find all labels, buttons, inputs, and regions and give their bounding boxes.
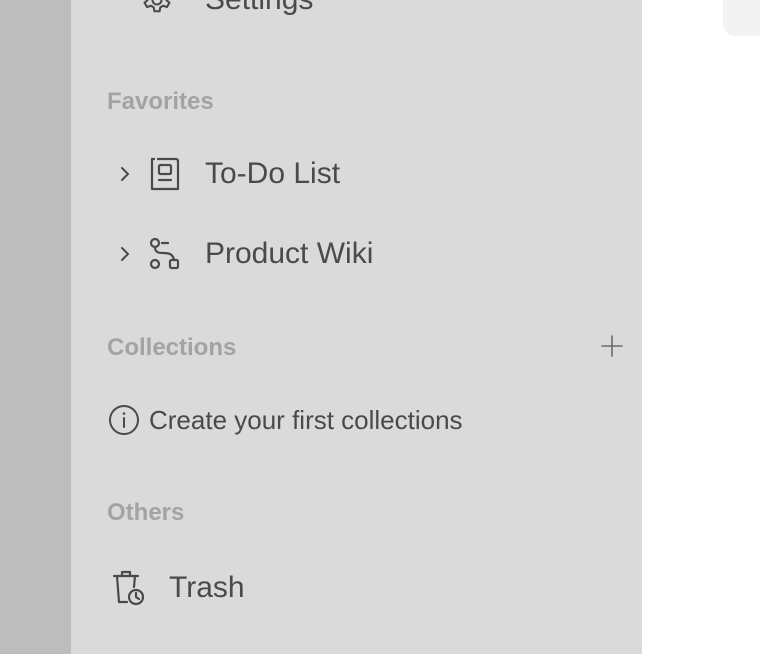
gear-icon [137, 0, 177, 18]
app-window: Settings Favorites To-Do List [0, 0, 760, 654]
sidebar-item-settings[interactable]: Settings [137, 0, 313, 22]
sidebar-item-label: Trash [169, 571, 245, 604]
page-icon [145, 155, 185, 193]
sidebar-item-label: To-Do List [205, 157, 341, 190]
main-content [642, 0, 760, 654]
others-section-title: Others [107, 499, 185, 526]
chevron-right-icon[interactable] [115, 243, 135, 265]
trash-icon [109, 568, 149, 608]
plus-icon[interactable] [597, 331, 627, 361]
header-button[interactable] [723, 0, 760, 36]
sidebar-item-todo-list[interactable]: To-Do List [115, 152, 340, 196]
collections-empty-hint: Create your first collections [107, 400, 463, 440]
sidebar-item-trash[interactable]: Trash [109, 566, 245, 610]
edgeless-icon [145, 236, 185, 272]
sidebar-item-label: Settings [205, 0, 313, 17]
favorites-section-title: Favorites [107, 88, 214, 115]
info-icon [107, 404, 141, 436]
empty-hint-text: Create your first collections [149, 404, 463, 435]
sidebar: Settings Favorites To-Do List [71, 0, 642, 654]
left-rail [0, 0, 71, 654]
collections-section-title: Collections [107, 334, 237, 361]
sidebar-item-label: Product Wiki [205, 237, 374, 270]
chevron-right-icon[interactable] [115, 163, 135, 185]
sidebar-item-product-wiki[interactable]: Product Wiki [115, 232, 373, 276]
